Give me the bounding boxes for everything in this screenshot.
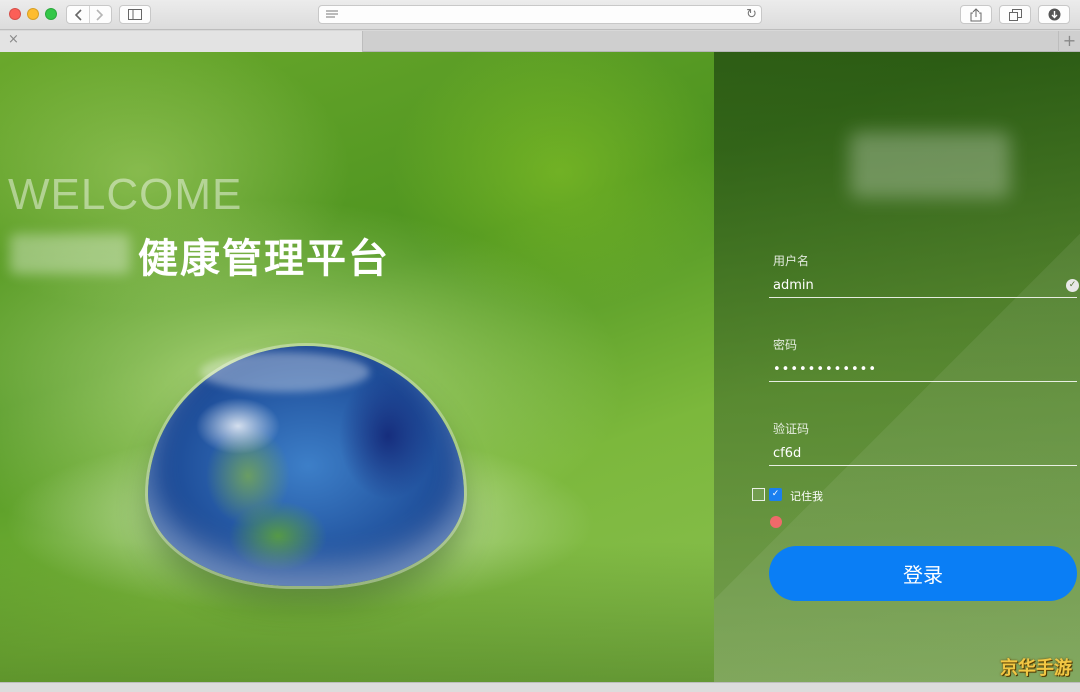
navigation-buttons <box>66 5 112 24</box>
blurred-brand-logo <box>10 234 130 274</box>
address-bar[interactable]: ↻ <box>318 5 762 24</box>
sidebar-icon <box>128 9 142 20</box>
login-page: WELCOME 健康管理平台 用户名 ✓ 密码 验证码 ✓ 记住我 登录 京华手… <box>0 52 1080 682</box>
remember-me-label: 记住我 <box>790 490 823 503</box>
password-input[interactable] <box>769 358 1077 382</box>
minimize-window-button[interactable] <box>27 8 39 20</box>
captcha-input[interactable] <box>769 442 1077 466</box>
back-button[interactable] <box>67 6 89 23</box>
close-window-button[interactable] <box>9 8 21 20</box>
reader-view-icon[interactable] <box>325 9 339 20</box>
download-icon <box>1048 8 1060 21</box>
share-icon <box>970 7 982 21</box>
tab-current[interactable]: × <box>0 31 363 52</box>
show-tabs-button[interactable] <box>999 5 1031 24</box>
forward-button[interactable] <box>88 6 111 23</box>
error-indicator-icon <box>770 516 782 528</box>
remember-me-checkbox[interactable]: ✓ <box>769 488 782 501</box>
sidebar-toggle-button[interactable] <box>119 5 151 24</box>
chevron-left-icon <box>74 8 82 21</box>
watermark-logo: 京华手游 <box>1000 658 1072 679</box>
login-button[interactable]: 登录 <box>769 546 1077 601</box>
captcha-label: 验证码 <box>773 422 810 436</box>
blurred-panel-logo <box>850 132 1010 198</box>
login-panel: 用户名 ✓ 密码 验证码 ✓ 记住我 登录 <box>714 52 1080 682</box>
username-input[interactable] <box>769 274 1077 298</box>
close-tab-icon[interactable]: × <box>8 32 19 47</box>
share-button[interactable] <box>960 5 992 24</box>
tab-bar: × + <box>0 31 1080 52</box>
page-title: 健康管理平台 <box>138 236 390 282</box>
droplet-highlight <box>200 352 370 392</box>
browser-toolbar: ↻ <box>0 0 1080 30</box>
welcome-text: WELCOME <box>8 170 243 219</box>
browser-status-bar <box>0 682 1080 692</box>
reload-icon[interactable]: ↻ <box>746 7 757 22</box>
username-valid-check-icon: ✓ <box>1066 279 1079 292</box>
unchecked-checkbox[interactable] <box>752 488 765 501</box>
zoom-window-button[interactable] <box>45 8 57 20</box>
username-label: 用户名 <box>773 254 810 268</box>
tabs-overview-icon <box>1008 8 1022 21</box>
password-label: 密码 <box>773 338 798 352</box>
downloads-button[interactable] <box>1038 5 1070 24</box>
new-tab-button[interactable]: + <box>1058 31 1080 52</box>
chevron-right-icon <box>96 8 104 21</box>
